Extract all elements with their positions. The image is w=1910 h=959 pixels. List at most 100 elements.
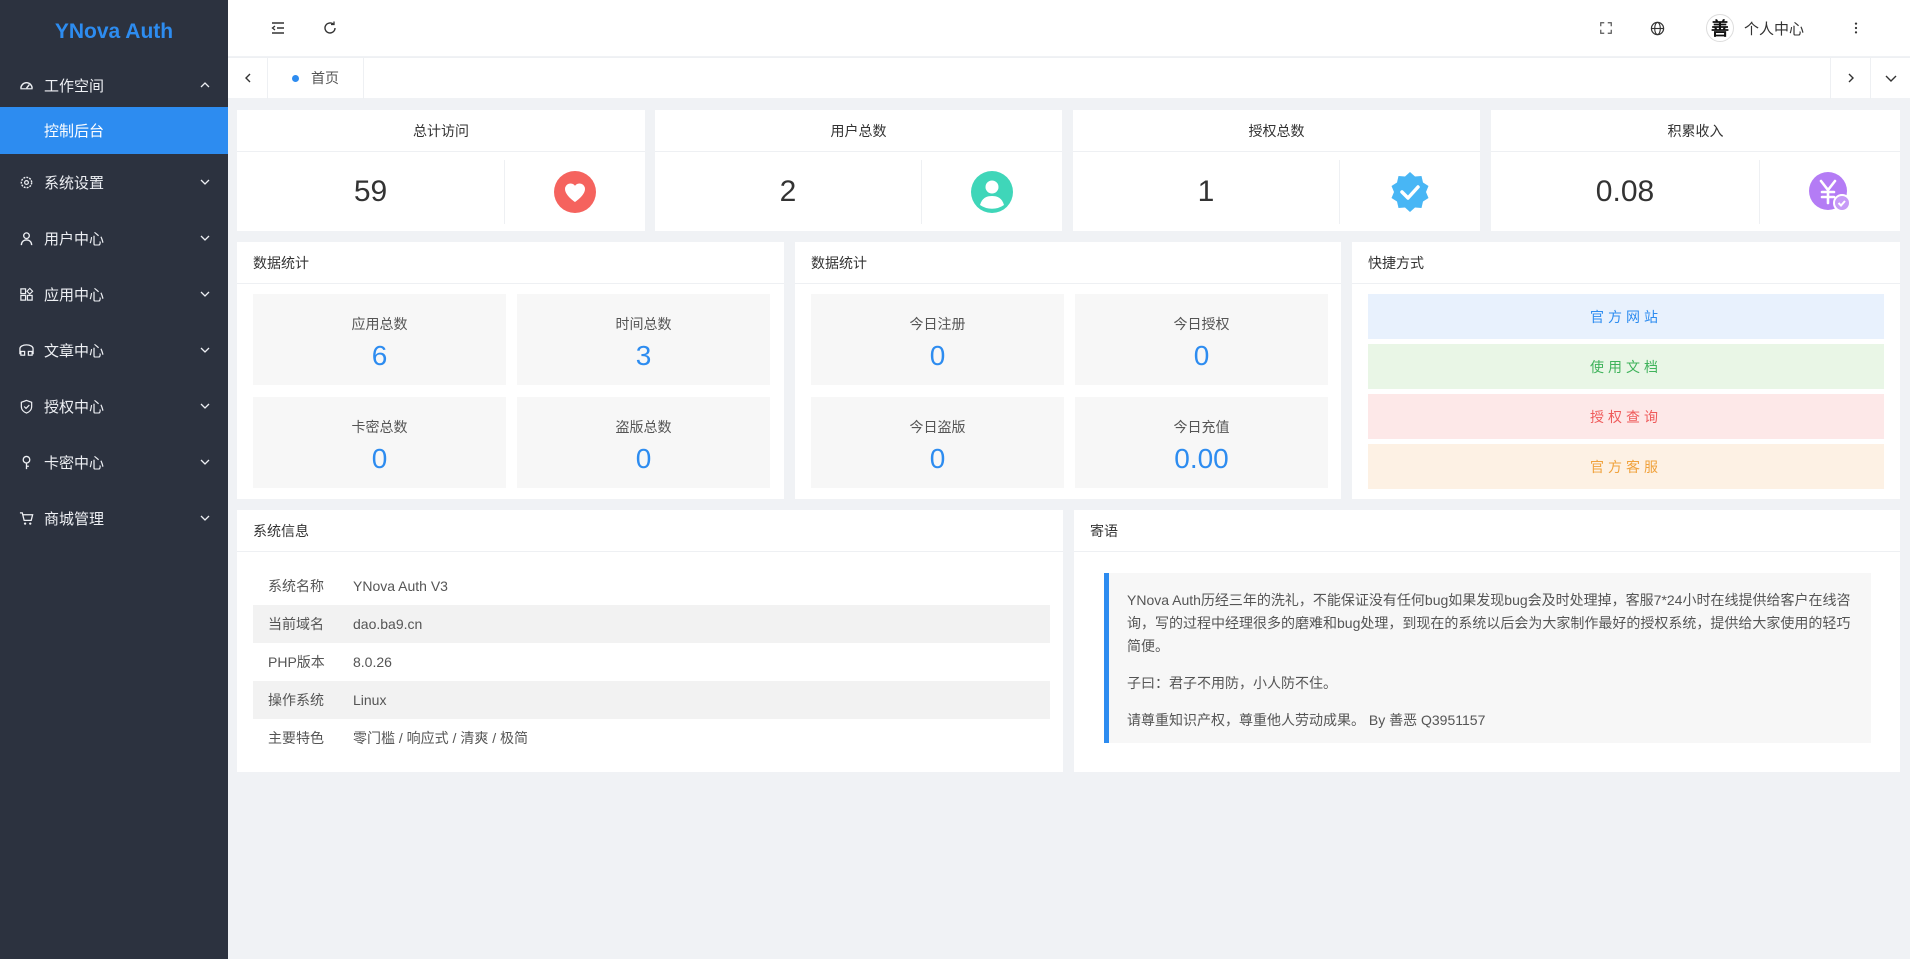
sidebar-item-label: 用户中心 <box>44 230 105 248</box>
stat-tile-value: 6 <box>371 340 388 371</box>
tab-home[interactable]: 首页 <box>268 57 364 99</box>
dashboard-icon <box>18 77 34 93</box>
info-key: 主要特色 <box>268 730 324 746</box>
stat-tile-label: 卡密总数 <box>351 419 408 435</box>
stat-tile-label: 今日授权 <box>1173 316 1230 332</box>
reader-icon <box>18 342 34 358</box>
stat-tile-value: 0 <box>929 443 946 474</box>
stat-title: 用户总数 <box>655 110 1062 152</box>
shield-check-icon <box>18 398 34 414</box>
info-key: 系统名称 <box>268 578 324 594</box>
chevron-right-icon <box>1848 73 1854 83</box>
stat-card-total-auths: 授权总数 1 <box>1073 110 1480 231</box>
app-logo: YNova Auth <box>54 19 174 43</box>
cart-icon <box>18 510 34 526</box>
stat-tile-label: 盗版总数 <box>615 419 672 435</box>
info-key: 操作系统 <box>268 692 324 708</box>
stat-tile: 卡密总数 0 <box>253 397 506 488</box>
card-title: 快捷方式 <box>1352 242 1900 284</box>
message-paragraph: YNova Auth历经三年的洗礼，不能保证没有任何bug如果发现bug会及时处… <box>1127 592 1851 654</box>
language-globe-icon[interactable] <box>1646 16 1670 40</box>
info-key: PHP版本 <box>268 654 325 670</box>
sidebar-item-system-settings[interactable]: 系统设置 <box>0 154 228 210</box>
user-menu[interactable]: 善 个人中心 <box>1705 14 1804 42</box>
sidebar-item-label: 授权中心 <box>44 398 105 416</box>
verified-badge-icon <box>1391 171 1429 212</box>
sidebar-item-article-center[interactable]: 文章中心 <box>0 322 228 378</box>
sidebar: YNova Auth 工作空间 控制后台 系统设置 用户中心 应用中心 文章中心 <box>0 0 228 959</box>
chevron-down-icon <box>200 179 210 185</box>
apps-icon <box>18 286 34 302</box>
shortcut-auth-query-button[interactable]: 授权查询 <box>1368 394 1884 439</box>
stat-value: 1 <box>1197 174 1215 208</box>
menu-collapse-icon[interactable] <box>266 16 290 40</box>
card-title: 系统信息 <box>237 510 1063 552</box>
stat-tile-label: 今日注册 <box>909 316 966 332</box>
sidebar-item-user-center[interactable]: 用户中心 <box>0 210 228 266</box>
tabs-scroll-right-button[interactable] <box>1830 57 1870 99</box>
data-stats-card-2: 数据统计 今日注册 0 今日授权 0 今日盗版 0 今日充值 0.00 <box>795 242 1341 499</box>
card-title: 寄语 <box>1074 510 1900 552</box>
heart-icon <box>554 170 596 213</box>
chevron-up-icon <box>200 82 210 88</box>
info-value: Linux <box>353 692 387 708</box>
stat-tile: 应用总数 6 <box>253 294 506 385</box>
sidebar-item-label: 系统设置 <box>44 174 105 192</box>
sidebar-item-label: 文章中心 <box>44 342 105 360</box>
sidebar-item-card-center[interactable]: 卡密中心 <box>0 434 228 490</box>
stat-tile-value: 0 <box>929 340 946 371</box>
chevron-down-icon <box>200 291 210 297</box>
main-content: 总计访问 59 用户总数 2 授权总数 1 积累收入 0.08 数据统计 应用总… <box>228 98 1910 959</box>
chevron-down-icon <box>200 459 210 465</box>
info-row: 主要特色 零门槛 / 响应式 / 清爽 / 极简 <box>253 719 1050 757</box>
top-header: 善 个人中心 <box>228 0 1910 56</box>
tabs-scroll-left-button[interactable] <box>228 57 268 99</box>
shortcut-docs-button[interactable]: 使用文档 <box>1368 344 1884 389</box>
stat-value: 0.08 <box>1595 174 1655 208</box>
avatar: 善 <box>1705 14 1734 42</box>
shortcuts-card: 快捷方式 官方网站 使用文档 授权查询 官方客服 <box>1352 242 1900 499</box>
stat-tile: 今日注册 0 <box>811 294 1064 385</box>
more-vertical-icon[interactable] <box>1844 16 1868 40</box>
sidebar-item-workspace[interactable]: 工作空间 <box>0 63 228 107</box>
sidebar-item-shop-management[interactable]: 商城管理 <box>0 490 228 546</box>
data-stats-card-1: 数据统计 应用总数 6 时间总数 3 卡密总数 0 盗版总数 0 <box>237 242 784 499</box>
sidebar-item-app-center[interactable]: 应用中心 <box>0 266 228 322</box>
info-row: 操作系统 Linux <box>253 681 1050 719</box>
fullscreen-icon[interactable] <box>1594 16 1618 40</box>
info-row: 系统名称 YNova Auth V3 <box>253 567 1050 605</box>
sidebar-subitem-console[interactable]: 控制后台 <box>0 107 228 154</box>
stat-tile-value: 0 <box>1193 340 1210 371</box>
sidebar-item-label: 应用中心 <box>44 286 105 304</box>
message-card: 寄语 YNova Auth历经三年的洗礼，不能保证没有任何bug如果发现bug会… <box>1074 510 1900 772</box>
shortcut-support-button[interactable]: 官方客服 <box>1368 444 1884 489</box>
card-title: 数据统计 <box>237 242 784 284</box>
chevron-down-icon <box>200 347 210 353</box>
stat-title: 授权总数 <box>1073 110 1480 152</box>
stat-title: 总计访问 <box>237 110 645 152</box>
message-quote: YNova Auth历经三年的洗礼，不能保证没有任何bug如果发现bug会及时处… <box>1104 573 1871 743</box>
sidebar-item-auth-center[interactable]: 授权中心 <box>0 378 228 434</box>
chevron-down-icon <box>200 515 210 521</box>
chevron-down-icon <box>1885 75 1896 82</box>
person-icon <box>971 170 1013 213</box>
stat-tile-label: 应用总数 <box>351 316 408 332</box>
stat-card-total-users: 用户总数 2 <box>655 110 1062 231</box>
chevron-left-icon <box>244 73 250 83</box>
card-title: 数据统计 <box>795 242 1341 284</box>
stat-tile: 时间总数 3 <box>517 294 770 385</box>
chevron-down-icon <box>200 403 210 409</box>
stat-tile-value: 0 <box>635 443 652 474</box>
tabs-bar: 首页 <box>228 57 1910 99</box>
info-key: 当前域名 <box>268 616 324 632</box>
stat-tile: 今日授权 0 <box>1075 294 1328 385</box>
stat-tile-value: 0.00 <box>1174 443 1229 474</box>
active-dot <box>292 74 299 82</box>
stat-card-total-visits: 总计访问 59 <box>237 110 645 231</box>
stat-tile: 盗版总数 0 <box>517 397 770 488</box>
refresh-icon[interactable] <box>318 16 342 40</box>
shortcut-official-site-button[interactable]: 官方网站 <box>1368 294 1884 339</box>
user-icon <box>18 230 34 246</box>
tabs-dropdown-button[interactable] <box>1870 57 1910 99</box>
stat-tile-label: 今日盗版 <box>909 419 966 435</box>
